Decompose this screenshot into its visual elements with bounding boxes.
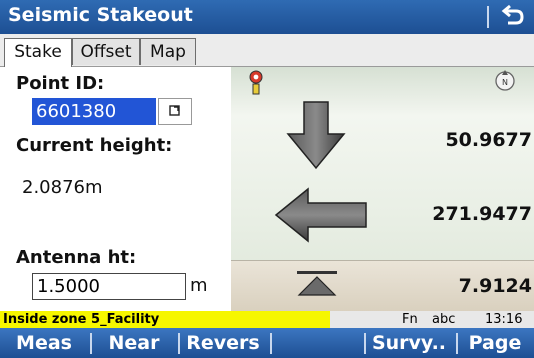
point-list-button[interactable] [158,98,192,125]
height-difference-value: 7.9124 [458,275,532,297]
softkey-separator [90,333,92,354]
app-title: Seismic Stakeout [8,4,193,26]
tab-bar: Stake Offset Map [0,34,534,67]
arrow-down-icon [286,101,346,170]
softkey-bar: Meas Near Revers Survy.. Page [0,328,534,358]
softkey-revers[interactable]: Revers [180,328,266,358]
current-height-label: Current height: [16,135,173,156]
stake-form: Point ID: 6601380 Current height: 2.0876… [0,67,231,311]
antenna-height-field[interactable]: 1.5000 [32,273,186,300]
softkey-page[interactable]: Page [458,328,532,358]
point-id-field[interactable]: 6601380 [32,98,156,125]
title-bar: Seismic Stakeout [0,0,534,34]
antenna-unit: m [190,275,208,296]
tab-map[interactable]: Map [140,38,196,65]
clock: 13:16 [485,312,523,327]
softkey-survey[interactable]: Survy.. [366,328,452,358]
status-message: Inside zone 5_Facility [0,311,330,328]
left-distance-value: 271.9477 [432,203,532,225]
softkey-near[interactable]: Near [94,328,174,358]
back-icon[interactable] [496,2,528,32]
svg-text:N: N [502,78,508,87]
antenna-height-label: Antenna ht: [16,247,137,268]
list-picker-icon [169,105,180,116]
target-pin-icon [247,69,265,103]
stakeout-navigation-panel: N 50.9677 271.9477 7.9124 [231,67,534,312]
input-mode-indicator: abc [432,312,456,327]
north-compass-icon: N [493,69,517,97]
status-bar: Inside zone 5_Facility Fn abc 13:16 [0,311,534,328]
softkey-meas[interactable]: Meas [4,328,84,358]
tab-offset[interactable]: Offset [72,38,140,65]
softkey-empty[interactable] [272,328,362,358]
point-id-label: Point ID: [16,73,105,94]
cut-fill-up-icon [297,271,337,296]
arrow-left-icon [274,187,367,243]
fn-indicator: Fn [402,312,418,327]
title-separator [487,6,489,28]
current-height-value: 2.0876m [22,177,103,198]
tab-stake[interactable]: Stake [4,38,72,67]
down-distance-value: 50.9677 [445,129,532,151]
